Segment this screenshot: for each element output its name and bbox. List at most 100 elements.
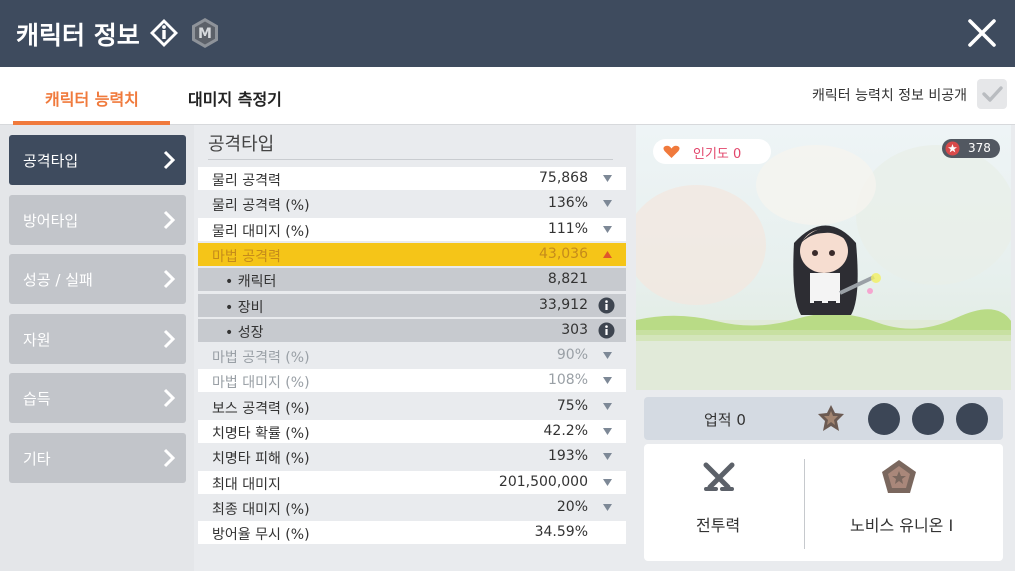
close-icon[interactable] <box>963 14 1001 52</box>
expand-down-arrow-icon <box>603 200 612 208</box>
expand-down-arrow-icon <box>603 377 612 385</box>
sidebar-item-acquire[interactable]: 습득 <box>9 373 186 423</box>
stat-row[interactable]: 치명타 확률 (%) 42.2% <box>198 420 626 443</box>
sidebar-item-label: 자원 <box>23 331 51 349</box>
expand-down-arrow-icon <box>603 478 612 486</box>
stats-panel: 공격타입 물리 공격력 75,868 물리 공격력 (%) 136% 물리 대미지 (%… <box>194 125 628 571</box>
stat-name: 마법 공격력 (%) <box>212 350 310 367</box>
star-badge-icon <box>945 141 960 156</box>
page-title: 캐릭터 정보 <box>16 21 140 50</box>
popularity-label: 인기도 0 <box>693 147 742 162</box>
stat-name: 최대 대미지 <box>212 476 281 493</box>
union-label: 노비스 유니온 I <box>850 516 954 535</box>
chevron-right-icon <box>163 448 175 468</box>
sidebar-item-label: 공격타입 <box>23 152 79 170</box>
stat-value: 43,036 <box>539 245 588 262</box>
stat-name: 물리 공격력 <box>212 173 281 189</box>
chevron-right-icon <box>163 388 175 408</box>
m-badge-label: M <box>198 26 212 42</box>
stat-row[interactable]: 마법 공격력 43,036 <box>198 242 626 266</box>
sidebar-item-defense[interactable]: 방어타입 <box>9 195 186 245</box>
section-title: 공격타입 <box>208 134 275 155</box>
stat-value: 90% <box>556 347 588 364</box>
expand-down-arrow-icon <box>603 428 612 435</box>
summary-divider <box>804 459 805 549</box>
info-icon[interactable] <box>598 297 615 314</box>
stat-value: 201,500,000 <box>498 473 588 490</box>
stat-name: 마법 공격력 <box>212 248 281 265</box>
stat-value: 20% <box>556 498 588 515</box>
sidebar-item-etc[interactable]: 기타 <box>9 433 186 483</box>
stat-name: 마법 대미지 (%) <box>212 375 310 392</box>
tab-bar: 캐릭터 능력치 대미지 측정기 캐릭터 능력치 정보 비공개 <box>0 67 1015 125</box>
section-divider <box>208 159 613 160</box>
info-diamond-icon[interactable] <box>148 17 180 49</box>
stat-name: 최종 대미지 (%) <box>212 501 310 518</box>
stat-row[interactable]: 물리 공격력 75,868 <box>198 167 626 190</box>
expand-down-arrow-icon <box>603 225 612 233</box>
heart-icon <box>663 145 680 158</box>
info-icon[interactable] <box>598 322 615 339</box>
stat-value: 34.59% <box>534 524 588 541</box>
privacy-checkbox[interactable] <box>977 79 1007 109</box>
achievement-slot-1[interactable] <box>868 403 900 435</box>
achievement-label: 업적 0 <box>704 411 746 429</box>
stat-row[interactable]: 물리 대미지 (%) 111% <box>198 217 626 241</box>
combat-power-label: 전투력 <box>696 516 741 535</box>
stat-value: 75,868 <box>539 170 588 186</box>
stat-row[interactable]: 최대 대미지 201,500,000 <box>198 470 626 494</box>
expand-down-arrow-icon <box>603 352 612 360</box>
crossed-swords-icon <box>703 462 735 491</box>
stat-row: • 성장 303 <box>198 318 626 342</box>
stat-name: • 성장 <box>225 324 264 341</box>
stat-value: 136% <box>547 195 588 212</box>
header-bar: 캐릭터 정보 M <box>0 0 1015 67</box>
stat-name: 방어율 무시 (%) <box>212 527 310 544</box>
maple-m-badge-icon[interactable]: M <box>189 17 221 49</box>
expand-down-arrow-icon <box>603 402 612 410</box>
stat-value: 193% <box>547 448 588 465</box>
stat-value: 108% <box>547 372 588 389</box>
sidebar-item-label: 습득 <box>23 390 51 408</box>
level-pill: 378 <box>942 139 1000 158</box>
stat-value: 303 <box>561 321 588 338</box>
stat-value: 33,912 <box>539 296 588 313</box>
sidebar-item-label: 성공 / 실패 <box>23 271 93 289</box>
stat-row[interactable]: 보스 공격력 (%) 75% <box>198 395 626 418</box>
achievement-slot-2[interactable] <box>912 403 944 435</box>
stat-value: 111% <box>547 220 588 237</box>
sidebar-item-success-fail[interactable]: 성공 / 실패 <box>9 254 186 304</box>
stat-name: 치명타 피해 (%) <box>212 451 310 468</box>
stat-row: • 장비 33,912 <box>198 293 626 317</box>
stat-row[interactable]: 물리 공격력 (%) 136% <box>198 192 626 215</box>
popularity-pill: 인기도 0 <box>653 139 771 164</box>
achievement-slot-3[interactable] <box>956 403 988 435</box>
stat-name: 보스 공격력 (%) <box>212 400 310 417</box>
stat-row: • 캐릭터 8,821 <box>198 268 626 292</box>
sidebar-item-label: 방어타입 <box>23 212 79 230</box>
category-sidebar: 공격타입 방어타입 성공 / 실패 자원 습득 기타 <box>0 125 194 571</box>
stat-row[interactable]: 최종 대미지 (%) 20% <box>198 496 626 519</box>
stat-value: 8,821 <box>547 271 588 288</box>
achievement-bar[interactable]: 업적 0 <box>644 397 1003 440</box>
character-scene: 인기도 0 378 <box>636 125 1011 390</box>
tab-character-stats[interactable]: 캐릭터 능력치 <box>45 86 139 110</box>
stat-value: 42.2% <box>543 423 588 439</box>
expand-down-arrow-icon <box>603 453 612 461</box>
stat-row[interactable]: 마법 공격력 (%) 90% <box>198 344 626 367</box>
expand-down-arrow-icon <box>603 503 612 511</box>
expand-down-arrow-icon <box>603 175 612 182</box>
stat-row[interactable]: 마법 대미지 (%) 108% <box>198 369 626 393</box>
chevron-right-icon <box>163 269 175 289</box>
summary-box: 전투력 노비스 유니온 I <box>644 444 1003 561</box>
chevron-right-icon <box>163 150 175 170</box>
stat-name: 물리 대미지 (%) <box>212 223 310 240</box>
sidebar-item-resource[interactable]: 자원 <box>9 314 186 364</box>
stat-name: 물리 공격력 (%) <box>212 198 310 215</box>
tab-damage-meter[interactable]: 대미지 측정기 <box>188 86 282 110</box>
achievement-emblem-icon <box>818 405 844 431</box>
sidebar-item-attack[interactable]: 공격타입 <box>9 135 186 185</box>
union-emblem-icon <box>882 460 916 493</box>
stat-row[interactable]: 치명타 피해 (%) 193% <box>198 445 626 468</box>
expand-up-arrow-icon <box>603 250 612 258</box>
